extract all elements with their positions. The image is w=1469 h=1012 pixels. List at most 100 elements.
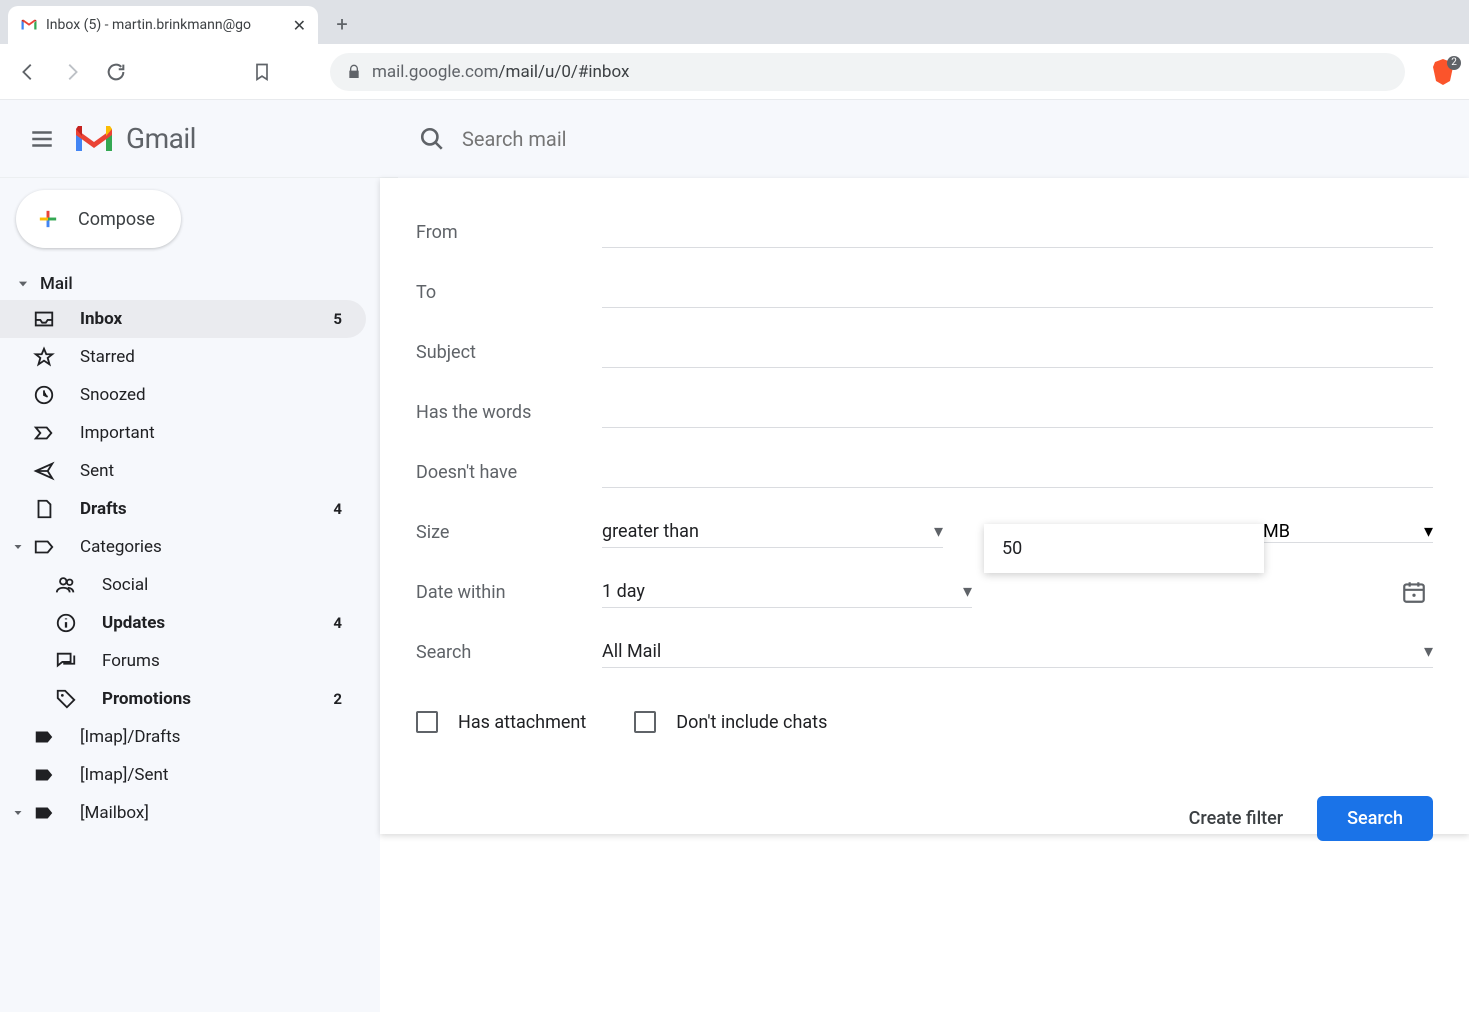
sidebar-item-important[interactable]: Important [0, 414, 366, 452]
date-within-label: Date within [416, 582, 582, 603]
sidebar-item-inbox[interactable]: Inbox 5 [0, 300, 366, 338]
from-label: From [416, 222, 582, 243]
sidebar-section-mail[interactable]: Mail [0, 268, 380, 300]
search-bar [398, 100, 1469, 178]
gmail-logo[interactable]: Gmail [72, 122, 196, 156]
nav-reload-button[interactable] [100, 56, 132, 88]
dont-include-chats-checkbox[interactable]: Don't include chats [634, 711, 827, 733]
size-operator-select[interactable]: greater than▾ [602, 516, 943, 548]
label-solid-icon [32, 726, 56, 748]
chevron-down-icon [12, 807, 24, 819]
star-icon [32, 346, 56, 368]
sidebar-item-count: 5 [333, 310, 342, 328]
bookmark-icon[interactable] [246, 56, 278, 88]
sidebar-item-forums[interactable]: Forums [0, 642, 366, 680]
browser-tab-active[interactable]: Inbox (5) - martin.brinkmann@go ✕ [8, 6, 318, 44]
sidebar-item-sent[interactable]: Sent [0, 452, 366, 490]
sidebar-item-label: Starred [80, 347, 135, 367]
chevron-down-icon [12, 541, 24, 553]
to-input[interactable] [602, 276, 1433, 308]
sidebar-item-label: Sent [80, 461, 114, 481]
brave-shield-icon[interactable]: 2 [1429, 58, 1457, 86]
gmail-favicon [20, 16, 38, 34]
chevron-down-icon: ▾ [1424, 641, 1433, 662]
sidebar-item--mailbox-[interactable]: [Mailbox] [0, 794, 366, 832]
forum-icon [54, 650, 78, 672]
lock-icon [346, 64, 362, 80]
sidebar-item-label: [Mailbox] [80, 803, 149, 823]
people-icon [54, 574, 78, 596]
gmail-logo-icon [72, 122, 116, 156]
size-autocomplete-popup[interactable]: 50 [984, 524, 1264, 573]
sidebar-item-count: 4 [333, 614, 342, 632]
inbox-icon [32, 308, 56, 330]
to-label: To [416, 282, 582, 303]
browser-tab-strip: Inbox (5) - martin.brinkmann@go ✕ + [0, 0, 1469, 44]
nav-forward-button[interactable] [56, 56, 88, 88]
info-icon [54, 612, 78, 634]
label-solid-icon [32, 764, 56, 786]
browser-toolbar: mail.google.com/mail/u/0/#inbox 2 [0, 44, 1469, 100]
search-icon[interactable] [408, 115, 456, 163]
size-unit-select[interactable]: MB▾ [1263, 521, 1433, 543]
sidebar-item--imap-sent[interactable]: [Imap]/Sent [0, 756, 366, 794]
has-attachment-checkbox[interactable]: Has attachment [416, 711, 586, 733]
clock-icon [32, 384, 56, 406]
gmail-wordmark: Gmail [126, 122, 196, 155]
new-tab-button[interactable]: + [326, 8, 358, 40]
sidebar-item-label: Drafts [80, 499, 127, 519]
sidebar-item-label: [Imap]/Drafts [80, 727, 180, 747]
label-icon [32, 536, 56, 558]
url-bar[interactable]: mail.google.com/mail/u/0/#inbox [330, 53, 1405, 91]
sidebar-item-label: Updates [102, 613, 165, 633]
date-range-select[interactable]: 1 day▾ [602, 576, 972, 608]
checkbox-icon [416, 711, 438, 733]
from-input[interactable] [602, 216, 1433, 248]
sidebar-item-social[interactable]: Social [0, 566, 366, 604]
chevron-down-icon [16, 277, 30, 291]
sidebar-item-snoozed[interactable]: Snoozed [0, 376, 366, 414]
label-solid-icon [32, 802, 56, 824]
important-icon [32, 422, 56, 444]
plus-icon [34, 205, 62, 233]
sidebar-item-drafts[interactable]: Drafts4 [0, 490, 366, 528]
nav-back-button[interactable] [12, 56, 44, 88]
main-menu-button[interactable] [18, 115, 66, 163]
tag-icon [54, 688, 78, 710]
gmail-header: Gmail [0, 100, 1469, 178]
sidebar-item-updates[interactable]: Updates 4 [0, 604, 366, 642]
tab-title: Inbox (5) - martin.brinkmann@go [46, 17, 251, 33]
sidebar-item-label: Important [80, 423, 155, 443]
has-words-label: Has the words [416, 402, 582, 423]
sidebar-item-label: Inbox [80, 309, 122, 329]
chevron-down-icon: ▾ [963, 581, 972, 602]
sidebar-item-label: Forums [102, 651, 160, 671]
subject-input[interactable] [602, 336, 1433, 368]
compose-label: Compose [78, 209, 155, 230]
sidebar-item-categories[interactable]: Categories [0, 528, 366, 566]
sidebar-item-label: [Imap]/Sent [80, 765, 168, 785]
autocomplete-suggestion: 50 [1002, 538, 1022, 559]
tab-close-icon[interactable]: ✕ [293, 16, 306, 35]
calendar-icon[interactable] [1401, 579, 1433, 605]
search-scope-label: Search [416, 642, 582, 663]
search-button[interactable]: Search [1317, 796, 1433, 841]
sidebar: Compose Mail Inbox 5 Starred Snoozed Importa… [0, 178, 380, 1012]
sidebar-item-label: Snoozed [80, 385, 146, 405]
sidebar-item-label: Social [102, 575, 148, 595]
size-label: Size [416, 522, 582, 543]
compose-button[interactable]: Compose [16, 190, 181, 248]
doesnt-have-input[interactable] [602, 456, 1433, 488]
sidebar-item-count: 2 [333, 690, 342, 708]
search-input[interactable] [456, 127, 1469, 151]
checkbox-icon [634, 711, 656, 733]
subject-label: Subject [416, 342, 582, 363]
search-scope-select[interactable]: All Mail▾ [602, 636, 1433, 668]
has-words-input[interactable] [602, 396, 1433, 428]
sidebar-item-starred[interactable]: Starred [0, 338, 366, 376]
chevron-down-icon: ▾ [934, 521, 943, 542]
create-filter-link[interactable]: Create filter [1189, 808, 1284, 829]
shield-badge: 2 [1447, 56, 1461, 70]
sidebar-item-promotions[interactable]: Promotions2 [0, 680, 366, 718]
sidebar-item--imap-drafts[interactable]: [Imap]/Drafts [0, 718, 366, 756]
